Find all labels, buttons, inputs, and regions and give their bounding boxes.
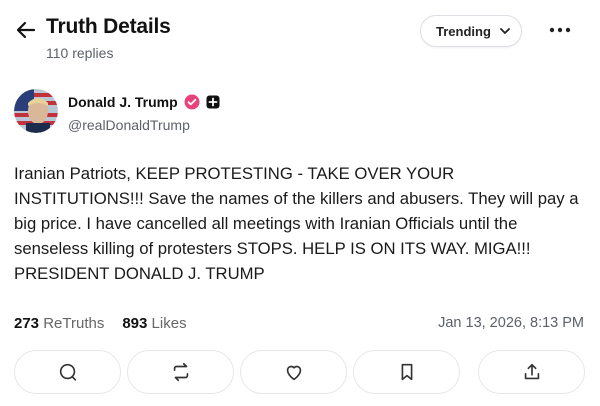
author-name[interactable]: Donald J. Trump <box>68 94 178 110</box>
likes-stat[interactable]: 893 Likes <box>122 315 186 332</box>
share-button[interactable] <box>478 350 585 394</box>
bookmark-button[interactable] <box>353 350 460 394</box>
share-icon <box>524 363 539 380</box>
reply-icon <box>59 363 76 381</box>
like-icon <box>286 365 301 381</box>
sort-dropdown[interactable]: Trending <box>420 15 522 47</box>
likes-label: Likes <box>151 315 187 332</box>
avatar[interactable] <box>14 89 58 133</box>
sort-label: Trending <box>436 23 491 39</box>
like-button[interactable] <box>240 350 347 394</box>
bookmark-icon <box>401 363 412 381</box>
retruth-icon <box>173 362 188 382</box>
reply-button[interactable] <box>14 350 121 394</box>
author-handle[interactable]: @realDonaldTrump <box>68 117 190 133</box>
action-bar <box>0 350 600 396</box>
retruths-label: ReTruths <box>43 315 105 332</box>
post-stats: 273 ReTruths 893 Likes <box>14 315 187 332</box>
retruths-count: 273 <box>14 315 40 332</box>
retruth-button[interactable] <box>127 350 234 394</box>
arrow-left-icon <box>16 21 36 39</box>
replies-count: 110 replies <box>46 45 114 61</box>
avatar-image <box>14 89 58 133</box>
more-dots-icon <box>549 27 571 33</box>
plus-badge-icon <box>206 95 220 109</box>
page-title: Truth Details <box>46 15 171 38</box>
verified-badge-icon <box>184 94 200 110</box>
likes-count: 893 <box>122 315 148 332</box>
retruths-stat[interactable]: 273 ReTruths <box>14 315 104 332</box>
more-options-button[interactable] <box>546 20 574 40</box>
back-button[interactable] <box>14 18 38 42</box>
page-header: Truth Details 110 replies Trending <box>0 0 600 72</box>
post-timestamp: Jan 13, 2026, 8:13 PM <box>438 315 584 331</box>
chevron-down-icon <box>499 28 510 34</box>
author-name-row: Donald J. Trump <box>68 94 220 110</box>
post-text: Iranian Patriots, KEEP PROTESTING - TAKE… <box>14 164 579 283</box>
